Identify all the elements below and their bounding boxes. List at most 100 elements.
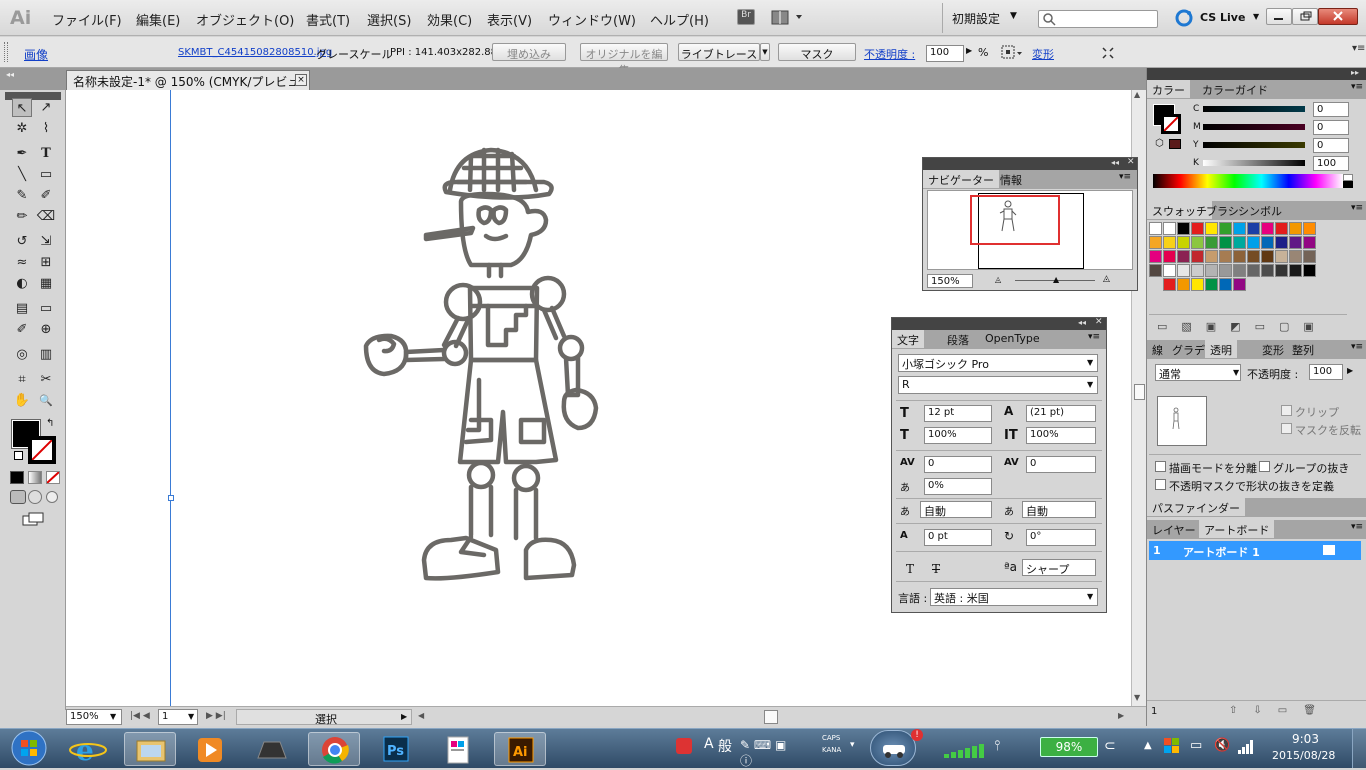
network-bars-icon[interactable] [1238,740,1254,754]
minimize-button[interactable] [1266,8,1292,25]
menu-object[interactable]: オブジェクト(O) [196,10,294,29]
shape-builder-tool-icon[interactable]: ◐ [12,274,32,293]
stroke-swatch[interactable] [28,436,56,464]
menu-select[interactable]: 選択(S) [367,10,411,29]
tab-color[interactable]: カラー [1147,80,1190,98]
swatch[interactable] [1219,250,1232,263]
isolate-blending-checkbox[interactable] [1155,461,1166,472]
color-mode-icon[interactable] [10,471,24,484]
kerning-field[interactable]: 0 [924,456,992,473]
spectrum-white[interactable] [1343,174,1353,181]
blob-brush-tool-icon[interactable]: ✏ [12,207,32,226]
swatch[interactable] [1275,222,1288,235]
swatch[interactable] [1303,222,1316,235]
power-plug-icon[interactable]: ⊂ [1104,738,1116,754]
tab-character[interactable]: 文字 [892,330,924,348]
horizontal-scroll-thumb[interactable] [764,710,778,724]
swatch[interactable] [1289,264,1302,277]
panel-menu-icon[interactable]: ▾≡ [1119,172,1131,182]
bridge-button[interactable]: Br [737,9,755,25]
tab-symbols[interactable]: シンボル [1233,201,1287,219]
swatch[interactable] [1233,250,1246,263]
tab-pathfinder[interactable]: パスファインダー [1147,498,1245,516]
notification-taskbar-button[interactable] [870,730,916,766]
direct-selection-tool-icon[interactable]: ↗ [36,98,56,117]
screen-mode-icon[interactable] [22,512,46,526]
swap-fill-stroke-icon[interactable]: ↰ [46,418,54,429]
swatch-footer-icons[interactable]: ▭▧▣◩▭▢▣ [1157,320,1328,333]
tate-chu-yoko-icon[interactable]: T [906,562,914,576]
live-trace-button[interactable]: ライブトレース [678,43,760,61]
blend-tool-icon[interactable]: ⊕ [36,320,56,339]
swatch[interactable] [1233,222,1246,235]
invert-mask-checkbox[interactable] [1281,423,1292,434]
scroll-left-icon[interactable]: ◀ [418,711,424,720]
channel-c-slider[interactable] [1203,106,1305,112]
menu-file[interactable]: ファイル(F) [52,10,122,29]
clock-date[interactable]: 2015/08/28 [1272,749,1335,762]
first-artboard-icon[interactable]: |◀ ◀ [130,711,150,721]
tab-opentype[interactable]: OpenType [980,330,1045,348]
panel-menu-icon[interactable]: ▾≡ [1351,342,1363,352]
tab-stroke[interactable]: 線 [1147,340,1168,358]
tsume-field[interactable]: 0% [924,478,992,495]
opacity-mask-checkbox[interactable] [1155,479,1166,490]
aki-left-field[interactable]: 自動 [920,501,992,518]
photoshop-taskbar-button[interactable]: Ps [370,732,422,766]
ime-mode-han[interactable]: 般 [718,736,732,756]
swatch[interactable] [1233,236,1246,249]
knockout-group-checkbox[interactable] [1259,461,1270,472]
channel-y-slider[interactable] [1203,142,1305,148]
swatch[interactable] [1247,264,1260,277]
live-trace-options[interactable]: ▼ [760,43,770,61]
chevron-right-icon[interactable]: ▶ [966,46,972,55]
warp-tool-icon[interactable]: ≈ [12,253,32,272]
opacity-label[interactable]: 不透明度 : [864,46,915,62]
swatch[interactable] [1163,278,1176,291]
channel-k-slider[interactable] [1203,160,1305,166]
symbol-sprayer-tool-icon[interactable]: ◎ [12,345,32,364]
zoom-in-icon[interactable]: ◬ [1103,274,1110,284]
grip-handle[interactable] [4,42,8,62]
tab-color-guide[interactable]: カラーガイド [1197,80,1273,98]
swatch[interactable] [1289,222,1302,235]
swatch[interactable] [1261,264,1274,277]
swatch[interactable] [1205,278,1218,291]
scroll-up-icon[interactable]: ▲ [1134,90,1140,99]
swatch[interactable] [1191,250,1204,263]
swatch[interactable] [1205,250,1218,263]
vertical-scale-field[interactable]: 100% [924,427,992,444]
tab-paragraph[interactable]: 段落 [942,330,974,348]
blend-mode-select[interactable]: 通常 [1155,364,1241,381]
panel-header[interactable]: ◂◂ ✕ [892,317,1106,330]
tab-transparency[interactable]: 透明 [1205,340,1237,358]
draw-normal-icon[interactable] [10,490,26,504]
swatch[interactable] [1177,250,1190,263]
reference-point-button[interactable] [1000,44,1024,62]
lasso-tool-icon[interactable]: ⌇ [36,119,56,138]
swatch[interactable] [1177,236,1190,249]
rotation-field[interactable]: 0° [1026,529,1096,546]
restore-button[interactable] [1292,8,1318,25]
live-paint-tool-icon[interactable]: ▦ [36,274,56,293]
none-mode-icon[interactable] [46,471,60,484]
tab-gradient[interactable]: グラデ [1167,340,1210,358]
close-tab-icon[interactable]: × [295,74,307,86]
swatch[interactable] [1163,236,1176,249]
panel-menu-icon[interactable]: ▾≡ [1351,522,1363,532]
windows-flag-tray-icon[interactable] [1164,738,1180,754]
perspective-grid-tool-icon[interactable]: ▤ [12,299,32,318]
line-tool-icon[interactable]: ╲ [12,165,32,184]
start-button[interactable] [4,729,54,767]
tab-info[interactable]: 情報 [995,170,1027,188]
linked-file-link[interactable]: SKMBT_C45415082808510.jpg [178,47,332,58]
swatch[interactable] [1233,264,1246,277]
tab-layers[interactable]: レイヤー [1147,520,1201,538]
arrange-documents-button[interactable] [770,9,806,26]
aki-right-field[interactable]: 自動 [1022,501,1096,518]
panel-header[interactable]: ◂◂ ✕ [923,157,1137,170]
navigator-zoom-field[interactable]: 150% [927,274,973,288]
mask-button[interactable]: マスク [778,43,856,61]
embed-button[interactable]: 埋め込み [492,43,566,61]
transparency-opacity-field[interactable]: 100 [1309,364,1343,380]
